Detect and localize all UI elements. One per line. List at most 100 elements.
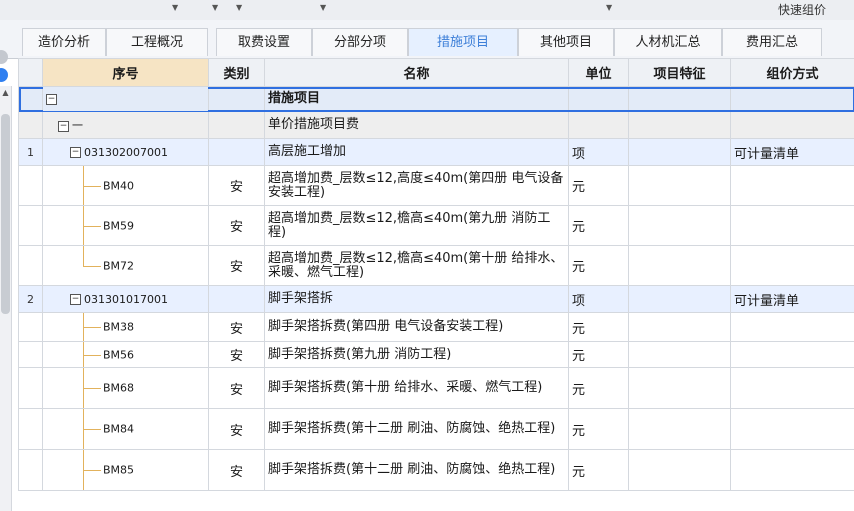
table-row[interactable]: BM68 安 脚手架搭拆费(第十册 给排水、采暖、燃气工程) 元 <box>18 367 854 409</box>
seq-cell[interactable]: BM85 <box>42 449 209 491</box>
column-header-seq[interactable]: 序号 <box>42 58 209 87</box>
features-cell[interactable] <box>628 341 731 368</box>
seq-cell[interactable]: − 一 <box>42 111 209 139</box>
unit-cell[interactable]: 元 <box>568 245 629 286</box>
name-cell[interactable]: 脚手架搭拆费(第九册 消防工程) <box>264 341 569 368</box>
name-cell[interactable]: 脚手架搭拆费(第十二册 刷油、防腐蚀、绝热工程) <box>264 449 569 491</box>
name-cell[interactable]: 超高增加费_层数≤12,高度≤40m(第四册 电气设备安装工程) <box>264 165 569 206</box>
pricing-method-cell[interactable]: 可计量清单 <box>730 285 854 313</box>
name-cell[interactable]: 高层施工增加 <box>264 138 569 166</box>
tab-other-items[interactable]: 其他项目 <box>518 28 614 56</box>
seq-cell[interactable]: −031301017001 <box>42 285 209 313</box>
collapse-icon[interactable] <box>0 50 8 64</box>
table-row[interactable]: BM56 安 脚手架搭拆费(第九册 消防工程) 元 <box>18 341 854 368</box>
pricing-method-cell[interactable]: 可计量清单 <box>730 138 854 166</box>
type-cell[interactable]: 安 <box>208 449 265 491</box>
seq-cell[interactable]: −031302007001 <box>42 138 209 166</box>
name-cell[interactable]: 脚手架搭拆费(第四册 电气设备安装工程) <box>264 312 569 342</box>
type-cell[interactable]: 安 <box>208 165 265 206</box>
features-cell[interactable] <box>628 449 731 491</box>
features-cell[interactable] <box>628 138 731 166</box>
type-cell[interactable]: 安 <box>208 312 265 342</box>
table-row[interactable]: BM84 安 脚手架搭拆费(第十二册 刷油、防腐蚀、绝热工程) 元 <box>18 408 854 450</box>
features-cell[interactable] <box>628 312 731 342</box>
scroll-thumb[interactable] <box>1 114 10 314</box>
seq-cell[interactable]: BM56 <box>42 341 209 368</box>
features-cell[interactable] <box>628 86 731 112</box>
dropdown-arrow-icon[interactable]: ▼ <box>236 3 242 12</box>
collapse-box-icon[interactable]: − <box>58 120 69 132</box>
table-row[interactable]: − 一 单价措施项目费 <box>18 111 854 139</box>
table-row[interactable]: 2 −031301017001 脚手架搭拆 项 可计量清单 <box>18 285 854 313</box>
vertical-scrollbar[interactable]: ▲ <box>0 86 12 511</box>
pricing-method-cell[interactable] <box>730 165 854 206</box>
dropdown-arrow-icon[interactable]: ▼ <box>172 3 178 12</box>
unit-cell[interactable]: 元 <box>568 205 629 246</box>
type-cell[interactable] <box>208 86 265 112</box>
column-header-features[interactable]: 项目特征 <box>628 58 731 87</box>
features-cell[interactable] <box>628 367 731 409</box>
seq-cell[interactable]: BM38 <box>42 312 209 342</box>
table-row[interactable]: BM59 安 超高增加费_层数≤12,檐高≤40m(第九册 消防工程) 元 <box>18 205 854 246</box>
tab-fee-settings[interactable]: 取费设置 <box>216 28 312 56</box>
tab-cost-summary[interactable]: 费用汇总 <box>722 28 822 56</box>
collapse-box-icon[interactable]: − <box>70 294 81 305</box>
name-cell[interactable]: 措施项目 <box>264 86 569 112</box>
type-cell[interactable] <box>208 138 265 166</box>
seq-cell[interactable]: − <box>42 86 209 112</box>
table-row[interactable]: 1 −031302007001 高层施工增加 项 可计量清单 <box>18 138 854 166</box>
table-row[interactable]: BM72 安 超高增加费_层数≤12,檐高≤40m(第十册 给排水、采暖、燃气工… <box>18 245 854 286</box>
seq-cell[interactable]: BM72 <box>42 245 209 286</box>
collapse-box-icon[interactable]: − <box>70 147 81 158</box>
seq-cell[interactable]: BM59 <box>42 205 209 246</box>
tab-cost-analysis[interactable]: 造价分析 <box>22 28 106 56</box>
pricing-method-cell[interactable] <box>730 86 854 112</box>
tab-measure-items[interactable]: 措施项目 <box>408 28 518 56</box>
pricing-method-cell[interactable] <box>730 205 854 246</box>
unit-cell[interactable]: 元 <box>568 165 629 206</box>
pricing-method-cell[interactable] <box>730 341 854 368</box>
type-cell[interactable]: 安 <box>208 341 265 368</box>
unit-cell[interactable]: 元 <box>568 341 629 368</box>
pricing-method-cell[interactable] <box>730 245 854 286</box>
type-cell[interactable]: 安 <box>208 205 265 246</box>
table-row[interactable]: BM38 安 脚手架搭拆费(第四册 电气设备安装工程) 元 <box>18 312 854 342</box>
name-cell[interactable]: 脚手架搭拆费(第十册 给排水、采暖、燃气工程) <box>264 367 569 409</box>
table-row[interactable]: BM40 安 超高增加费_层数≤12,高度≤40m(第四册 电气设备安装工程) … <box>18 165 854 206</box>
expand-panel-icon[interactable] <box>0 68 8 82</box>
unit-cell[interactable] <box>568 111 629 139</box>
type-cell[interactable]: 安 <box>208 367 265 409</box>
pricing-method-cell[interactable] <box>730 408 854 450</box>
pricing-method-cell[interactable] <box>730 449 854 491</box>
column-header-pricing-method[interactable]: 组价方式 <box>730 58 854 87</box>
name-cell[interactable]: 超高增加费_层数≤12,檐高≤40m(第十册 给排水、采暖、燃气工程) <box>264 245 569 286</box>
unit-cell[interactable] <box>568 86 629 112</box>
type-cell[interactable]: 安 <box>208 245 265 286</box>
features-cell[interactable] <box>628 111 731 139</box>
table-row[interactable]: − 措施项目 <box>18 86 854 112</box>
unit-cell[interactable]: 元 <box>568 367 629 409</box>
column-header-unit[interactable]: 单位 <box>568 58 629 87</box>
pricing-method-cell[interactable] <box>730 312 854 342</box>
dropdown-arrow-icon[interactable]: ▼ <box>320 3 326 12</box>
unit-cell[interactable]: 元 <box>568 449 629 491</box>
features-cell[interactable] <box>628 245 731 286</box>
name-cell[interactable]: 单价措施项目费 <box>264 111 569 139</box>
features-cell[interactable] <box>628 205 731 246</box>
quick-pricing-button[interactable]: 快速组价 <box>778 1 826 18</box>
table-row[interactable]: BM85 安 脚手架搭拆费(第十二册 刷油、防腐蚀、绝热工程) 元 <box>18 449 854 491</box>
tab-sub-items[interactable]: 分部分项 <box>312 28 408 56</box>
seq-cell[interactable]: BM84 <box>42 408 209 450</box>
name-cell[interactable]: 超高增加费_层数≤12,檐高≤40m(第九册 消防工程) <box>264 205 569 246</box>
pricing-method-cell[interactable] <box>730 111 854 139</box>
pricing-method-cell[interactable] <box>730 367 854 409</box>
column-header-type[interactable]: 类别 <box>208 58 265 87</box>
unit-cell[interactable]: 项 <box>568 138 629 166</box>
unit-cell[interactable]: 项 <box>568 285 629 313</box>
features-cell[interactable] <box>628 408 731 450</box>
unit-cell[interactable]: 元 <box>568 312 629 342</box>
name-cell[interactable]: 脚手架搭拆费(第十二册 刷油、防腐蚀、绝热工程) <box>264 408 569 450</box>
type-cell[interactable] <box>208 285 265 313</box>
type-cell[interactable]: 安 <box>208 408 265 450</box>
name-cell[interactable]: 脚手架搭拆 <box>264 285 569 313</box>
